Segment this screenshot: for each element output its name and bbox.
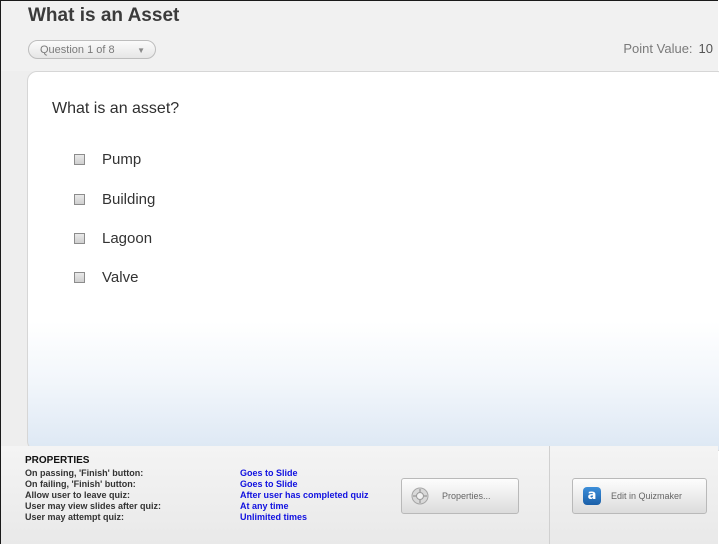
divider — [549, 446, 550, 544]
property-value: Goes to Slide — [240, 479, 298, 489]
choice-building[interactable]: Building — [74, 189, 155, 209]
property-value: After user has completed quiz — [240, 490, 369, 500]
checkbox[interactable] — [74, 232, 85, 244]
choice-label: Building — [102, 190, 156, 208]
quiz-window: What is an Asset Question 1 of 8 ▼ Point… — [0, 0, 719, 544]
question-card — [27, 71, 719, 451]
property-label: Allow user to leave quiz: — [25, 490, 131, 500]
property-label: On passing, 'Finish' button: — [25, 468, 144, 478]
point-value-number: 10 — [698, 41, 713, 56]
choice-label: Lagoon — [102, 229, 153, 247]
edit-in-quizmaker-button[interactable]: a Edit in Quizmaker — [572, 478, 707, 514]
checkbox[interactable] — [74, 271, 85, 283]
choice-label: Pump — [102, 150, 142, 168]
quiz-title: What is an Asset — [28, 5, 180, 26]
properties-button-label: Properties... — [442, 491, 491, 501]
checkbox[interactable] — [74, 193, 85, 205]
question-selector-label: Question 1 of 8 — [40, 44, 115, 56]
choice-pump[interactable]: Pump — [74, 149, 141, 169]
choice-lagoon[interactable]: Lagoon — [74, 228, 152, 248]
property-value: Goes to Slide — [240, 468, 298, 478]
choice-valve[interactable]: Valve — [74, 267, 138, 287]
property-label: User may view slides after quiz: — [25, 501, 162, 511]
property-value: At any time — [240, 501, 289, 511]
property-value: Unlimited times — [240, 512, 308, 522]
property-label: On failing, 'Finish' button: — [25, 479, 136, 489]
edit-button-label: Edit in Quizmaker — [611, 491, 683, 501]
properties-heading: PROPERTIES — [25, 455, 90, 466]
question-text: What is an asset? — [52, 100, 180, 117]
quiz-header: What is an Asset Question 1 of 8 ▼ Point… — [1, 1, 718, 71]
checkbox[interactable] — [74, 153, 85, 165]
point-value: Point Value: 10 — [623, 41, 713, 56]
gear-icon — [411, 487, 429, 505]
properties-button[interactable]: Properties... — [401, 478, 519, 514]
point-value-label: Point Value: — [623, 41, 693, 56]
question-selector[interactable]: Question 1 of 8 ▼ — [28, 40, 156, 59]
chevron-down-icon: ▼ — [137, 46, 145, 55]
quizmaker-a-icon: a — [583, 487, 601, 505]
property-label: User may attempt quiz: — [25, 512, 125, 522]
choice-label: Valve — [102, 268, 139, 286]
